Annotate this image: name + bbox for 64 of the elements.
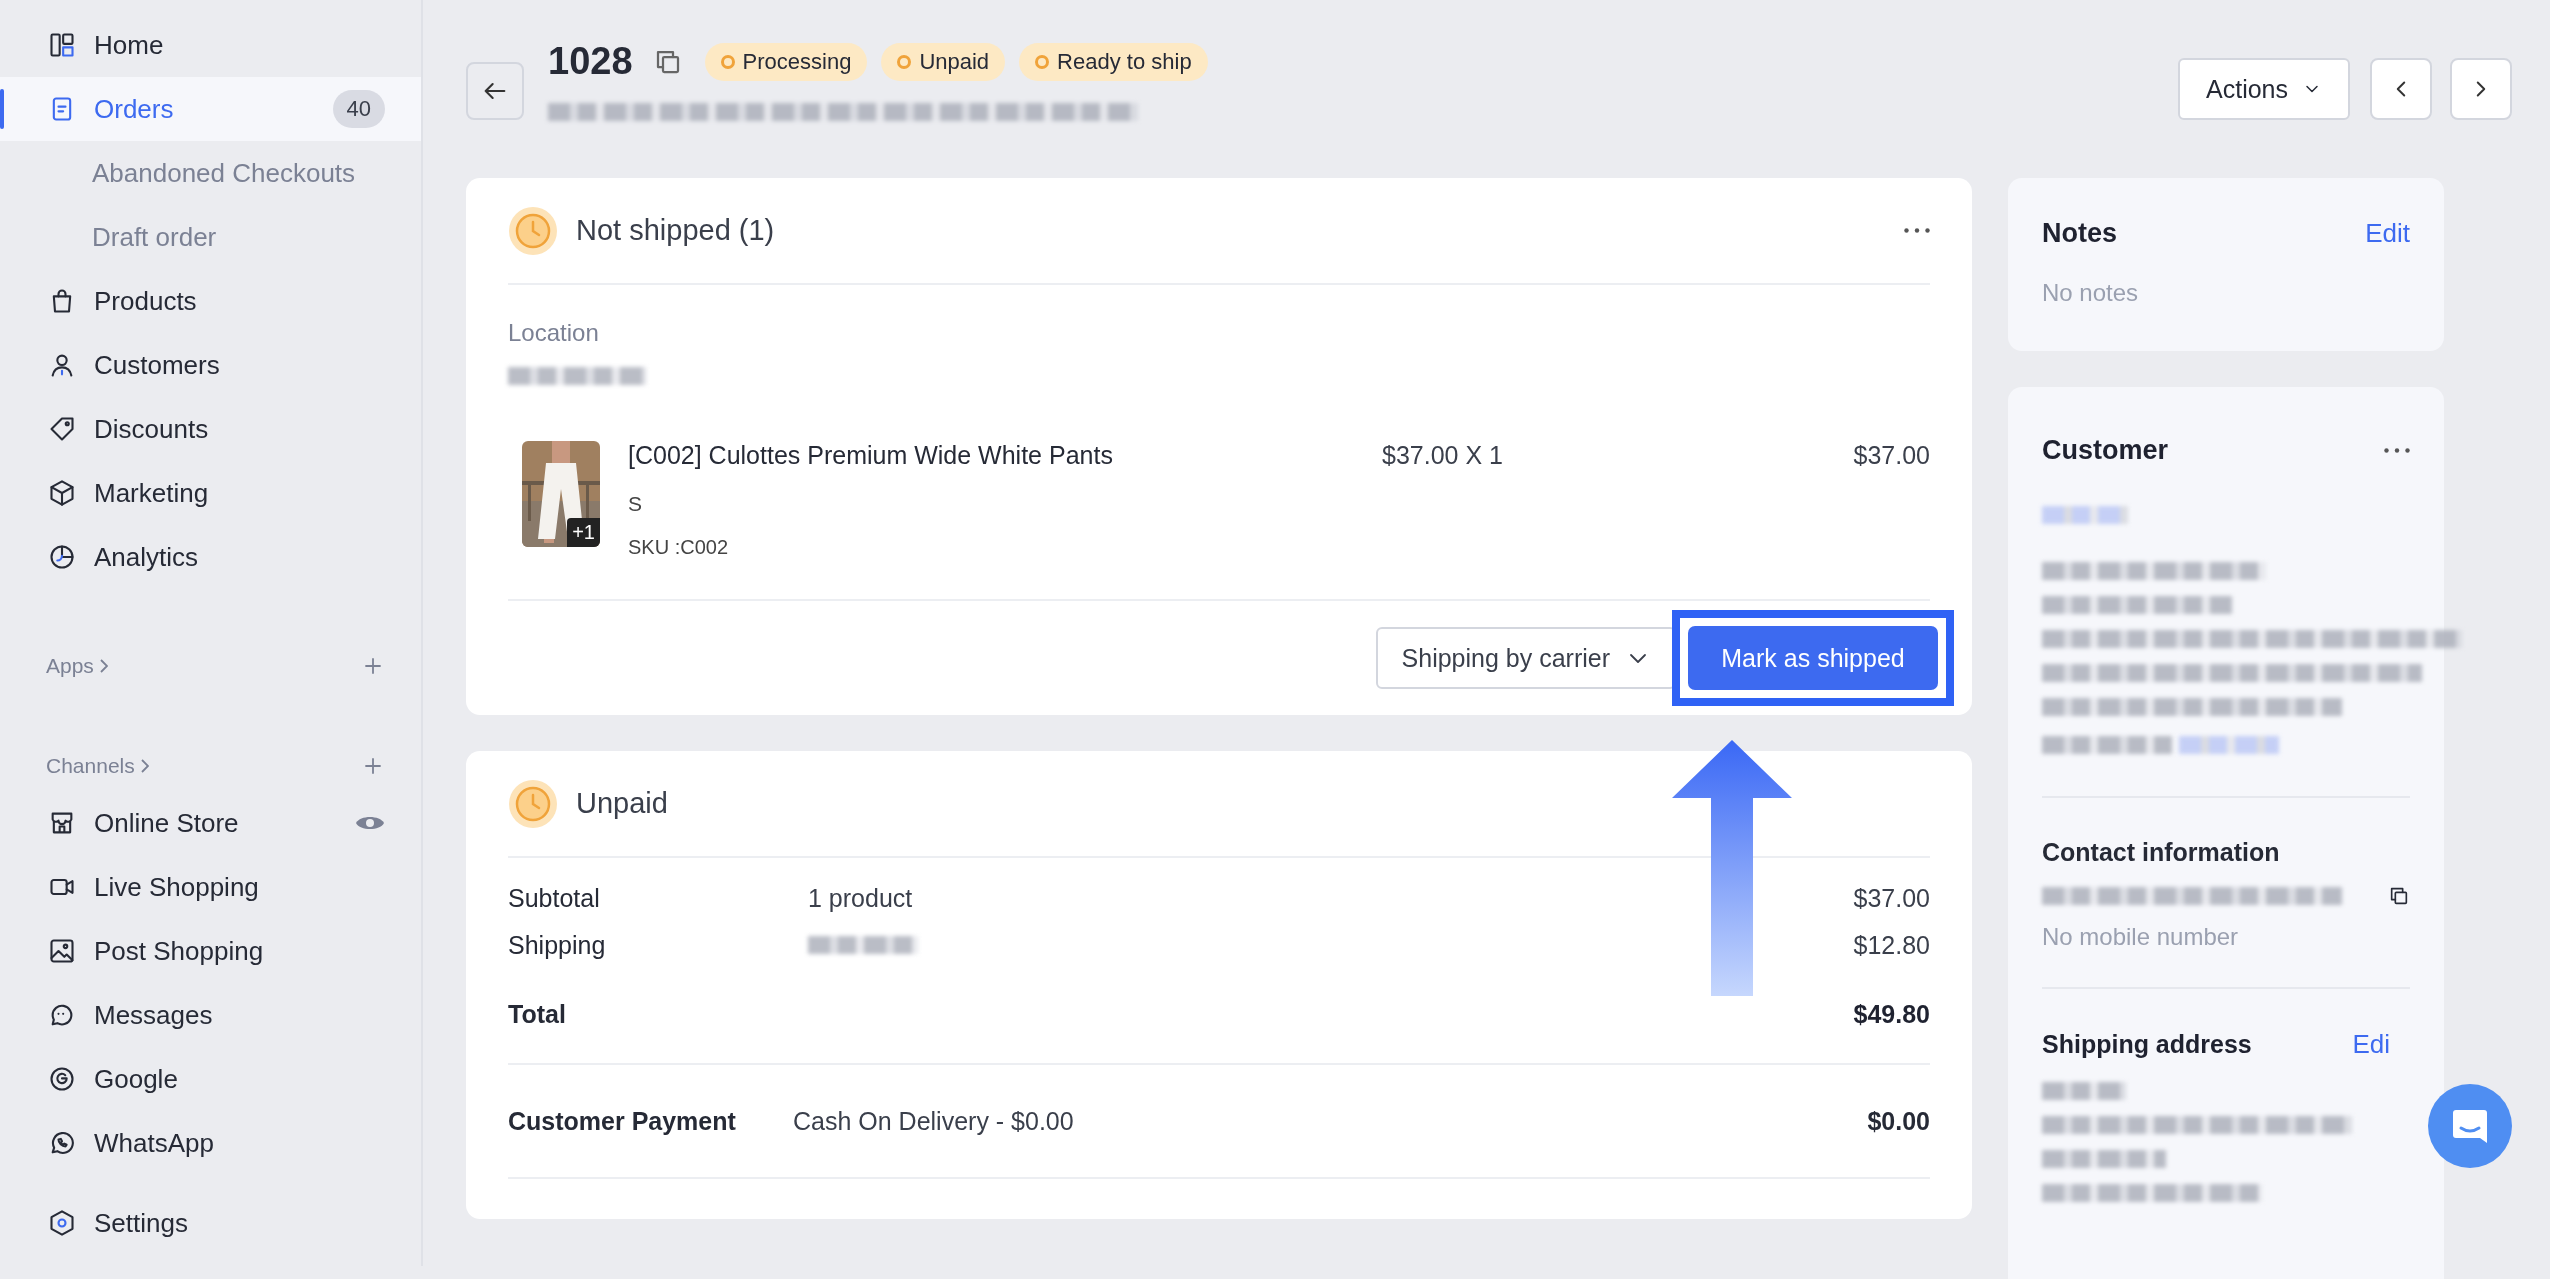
- chevron-right-icon: [99, 659, 108, 673]
- section-title: Contact information: [2042, 838, 2281, 867]
- card-title: Not shipped (1): [576, 214, 776, 247]
- sidebar-item[interactable]: Discounts: [0, 397, 421, 461]
- sku-label: SKU :C002: [628, 536, 730, 559]
- copy-icon[interactable]: [2388, 885, 2410, 907]
- sidebar-item[interactable]: Messages: [0, 983, 421, 1047]
- status-badge: Unpaid: [881, 42, 1006, 81]
- status-badge: Ready to ship: [1019, 42, 1208, 81]
- dashboard-icon: [48, 31, 76, 59]
- sidebar-item[interactable]: Online Store: [0, 791, 421, 855]
- more-icon[interactable]: [2384, 448, 2410, 453]
- sidebar-item[interactable]: Orders 40: [0, 77, 421, 141]
- image-count: +1: [567, 518, 600, 547]
- status-badge: Processing: [704, 42, 868, 81]
- section-title: Shipping address: [2042, 1030, 2252, 1059]
- pie-chart-icon: [48, 543, 76, 571]
- location-label: Location: [508, 319, 600, 347]
- sidebar-item[interactable]: Google: [0, 1047, 421, 1111]
- unit-price: $37.00 X 1: [1382, 441, 1504, 471]
- sidebar-item[interactable]: Post Shopping: [0, 919, 421, 983]
- actions-dropdown[interactable]: Actions: [2178, 58, 2350, 120]
- chat-bubble-icon[interactable]: [2428, 1084, 2512, 1168]
- payment-label: Customer Payment: [508, 1106, 737, 1136]
- payment-amount: $0.00: [1866, 1106, 1930, 1136]
- order-number: 1028: [548, 40, 633, 83]
- sidebar-item[interactable]: Settings: [0, 1191, 421, 1255]
- count-badge: 40: [332, 90, 385, 128]
- settings-icon: [48, 1209, 76, 1237]
- sidebar-item[interactable]: Customers: [0, 333, 421, 397]
- edit-link[interactable]: Edit: [2365, 218, 2410, 249]
- line-total: $37.00: [1852, 441, 1930, 471]
- sidebar-item[interactable]: Analytics: [0, 525, 421, 589]
- tag-icon: [48, 415, 76, 443]
- sidebar-item[interactable]: WhatsApp: [0, 1111, 421, 1175]
- summary-amount: $12.80: [1852, 931, 1930, 960]
- clock-icon: [508, 778, 558, 829]
- summary-label: Total: [508, 1000, 567, 1029]
- product-name[interactable]: [C002] Culottes Premium Wide White Pants: [628, 441, 1354, 470]
- card-title: Notes: [2042, 218, 2117, 249]
- summary-detail: 1 product: [808, 884, 914, 913]
- card-title: Customer: [2042, 435, 2169, 466]
- chevron-right-icon: [140, 759, 149, 773]
- card-title: Unpaid: [576, 787, 669, 820]
- image-icon: [48, 937, 76, 965]
- summary-label: Subtotal: [508, 884, 601, 913]
- payment-method: Cash On Delivery - $0.00: [793, 1106, 1075, 1136]
- edit-link[interactable]: Edi: [2352, 1029, 2390, 1060]
- clock-icon: [508, 205, 558, 256]
- summary-amount: $37.00: [1852, 884, 1930, 913]
- mark-as-shipped-button[interactable]: Mark as shipped: [1688, 626, 1938, 690]
- variant-label: S: [628, 492, 643, 516]
- more-icon[interactable]: [1904, 228, 1930, 233]
- summary-label: Shipping: [508, 931, 607, 960]
- sidebar-item[interactable]: Home: [0, 13, 421, 77]
- empty-notes: No notes: [2042, 279, 2140, 307]
- g-logo-icon: [48, 1065, 76, 1093]
- sidebar-item[interactable]: Live Shopping: [0, 855, 421, 919]
- empty-phone: No mobile number: [2042, 923, 2240, 951]
- sidebar-item[interactable]: Marketing: [0, 461, 421, 525]
- sidebar-item[interactable]: Products: [0, 269, 421, 333]
- summary-amount: $49.80: [1852, 1000, 1930, 1029]
- back-button[interactable]: [466, 62, 524, 120]
- cube-icon: [48, 479, 76, 507]
